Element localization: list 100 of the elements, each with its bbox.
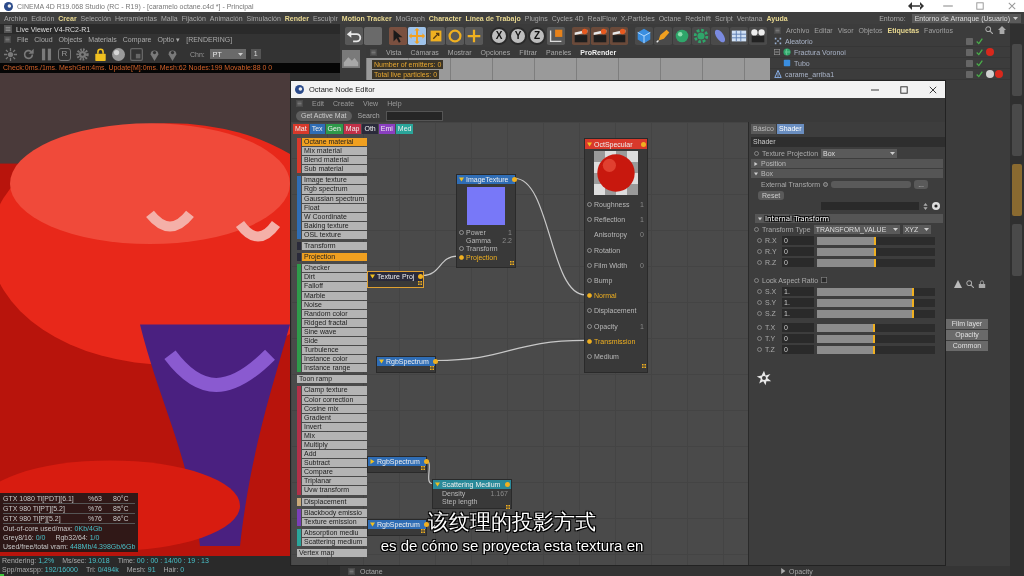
sphere-icon[interactable] — [673, 26, 691, 45]
slider-track[interactable] — [817, 298, 935, 307]
keyframe-dot-icon[interactable] — [757, 300, 762, 305]
output-port-icon[interactable] — [512, 177, 518, 182]
lock-icon[interactable] — [978, 280, 986, 288]
slider-fill[interactable] — [817, 323, 875, 332]
move-icon[interactable] — [408, 26, 426, 45]
keyframe-dot-icon[interactable] — [823, 181, 829, 187]
minimize-icon[interactable] — [940, 2, 956, 10]
input-port-icon[interactable] — [587, 278, 592, 284]
axis-button[interactable]: X — [490, 26, 508, 45]
resize-grip-icon[interactable] — [418, 281, 422, 285]
expand-toggle-icon[interactable] — [774, 49, 780, 55]
keyframe-dot-icon[interactable] — [757, 347, 762, 352]
slider-track[interactable] — [817, 236, 935, 245]
coordinate-icon[interactable] — [547, 26, 565, 45]
spinner-icon[interactable] — [922, 202, 929, 210]
keyframe-dot-icon[interactable] — [754, 226, 759, 232]
home-icon[interactable] — [998, 26, 1006, 34]
resize-grip-icon[interactable] — [510, 261, 514, 266]
output-port-icon[interactable] — [423, 459, 429, 464]
arrow-up-icon[interactable] — [954, 280, 962, 288]
resize-grip-icon[interactable] — [421, 529, 425, 533]
image-tile-icon[interactable] — [342, 50, 360, 68]
input-port-icon[interactable] — [587, 323, 592, 329]
link-field[interactable] — [831, 180, 912, 188]
slider-fill[interactable] — [817, 247, 876, 256]
keyframe-dot-icon[interactable] — [757, 249, 762, 254]
input-port-icon[interactable] — [587, 293, 592, 299]
clapperboard-icon[interactable] — [610, 26, 628, 45]
output-port-icon[interactable] — [418, 274, 424, 279]
slider-track[interactable] — [817, 287, 935, 296]
material-tag-icon[interactable] — [986, 70, 994, 78]
refresh-icon[interactable] — [22, 47, 35, 61]
search-icon[interactable] — [985, 26, 993, 34]
slider-fill[interactable] — [817, 309, 914, 318]
plus-icon[interactable] — [465, 26, 483, 45]
scale-icon[interactable] — [427, 26, 445, 45]
input-port-icon[interactable] — [459, 254, 464, 260]
panel-grip-icon[interactable] — [370, 49, 377, 56]
slider-fill[interactable] — [817, 236, 876, 245]
target-icon[interactable] — [932, 202, 940, 210]
gear-icon[interactable] — [76, 47, 89, 61]
input-port-icon[interactable] — [587, 308, 592, 314]
panel-grip-icon[interactable] — [296, 100, 303, 107]
keyframe-dot-icon[interactable] — [757, 325, 762, 330]
lock-icon[interactable] — [94, 47, 107, 61]
axis-button[interactable]: Y — [509, 26, 527, 45]
slider-fill[interactable] — [817, 334, 875, 343]
slider-track[interactable] — [817, 247, 935, 256]
pause-icon[interactable] — [40, 47, 53, 61]
output-port-icon[interactable] — [423, 522, 429, 527]
slider-fill[interactable] — [817, 345, 875, 354]
pen-icon[interactable] — [654, 26, 672, 45]
expand-triangle-icon[interactable] — [370, 274, 375, 279]
search-icon[interactable] — [966, 280, 974, 288]
input-port-icon[interactable] — [587, 247, 592, 253]
keyframe-dot-icon[interactable] — [757, 336, 762, 341]
cursor-icon[interactable] — [389, 26, 407, 45]
slider-track[interactable] — [817, 309, 935, 318]
panel-grip-icon[interactable] — [4, 25, 12, 33]
gear-icon[interactable] — [692, 26, 710, 45]
rotate-icon[interactable] — [446, 26, 464, 45]
clapperboard-icon[interactable] — [572, 26, 590, 45]
keyframe-dot-icon[interactable] — [757, 238, 762, 243]
slider-track[interactable] — [817, 334, 935, 343]
slider-track[interactable] — [817, 258, 935, 267]
sphere-icon[interactable] — [112, 47, 125, 61]
input-port-icon[interactable] — [459, 246, 464, 252]
camera-icon[interactable] — [749, 26, 767, 45]
panel-grip-icon[interactable] — [4, 36, 11, 43]
keyframe-dot-icon[interactable] — [754, 150, 759, 156]
slider-fill[interactable] — [817, 287, 914, 296]
frame-icon[interactable] — [130, 47, 143, 61]
keyframe-dot-icon[interactable] — [757, 311, 762, 316]
grid-panel-icon[interactable] — [730, 26, 748, 45]
slider-track[interactable] — [817, 345, 935, 354]
input-port-icon[interactable] — [587, 353, 592, 359]
panel-grip-icon[interactable] — [774, 26, 781, 34]
resize-grip-icon[interactable] — [506, 505, 510, 509]
checkbox[interactable] — [821, 277, 828, 283]
blank-tile-icon[interactable] — [364, 26, 382, 45]
axis-button[interactable]: Z — [528, 26, 546, 45]
resize-grip-icon[interactable] — [421, 466, 425, 470]
region-button[interactable]: R — [58, 47, 71, 61]
undo-icon[interactable] — [345, 26, 363, 45]
search-field[interactable] — [385, 110, 443, 121]
slider-fill[interactable] — [817, 298, 914, 307]
input-port-icon[interactable] — [587, 262, 592, 268]
output-port-icon[interactable] — [432, 359, 438, 364]
slider-track[interactable] — [817, 323, 935, 332]
cube-icon[interactable] — [635, 26, 653, 45]
resize-grip-icon[interactable] — [642, 364, 646, 369]
capsule-icon[interactable] — [711, 26, 729, 45]
clapperboard-icon[interactable] — [591, 26, 609, 45]
resize-grip-icon[interactable] — [430, 366, 434, 370]
resize-arrows-icon[interactable] — [908, 2, 924, 10]
input-port-icon[interactable] — [459, 229, 464, 235]
input-port-icon[interactable] — [587, 217, 592, 223]
expand-triangle-icon[interactable] — [780, 568, 786, 574]
